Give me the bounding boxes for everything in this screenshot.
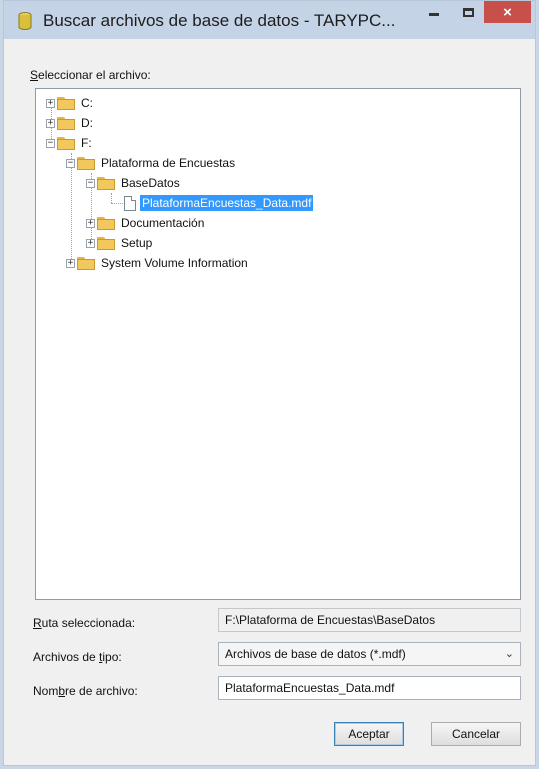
folder-icon xyxy=(97,236,115,250)
folder-icon xyxy=(57,116,75,130)
tree-node-drive-f[interactable]: − F: xyxy=(46,133,94,153)
selected-path-field: F:\Plataforma de Encuestas\BaseDatos xyxy=(218,608,521,632)
folder-icon xyxy=(97,216,115,230)
expand-icon[interactable]: + xyxy=(46,118,55,128)
tree-node-drive-c[interactable]: + C: xyxy=(46,93,95,113)
minimize-icon xyxy=(429,12,439,16)
tree-node-drive-d[interactable]: + D: xyxy=(46,113,95,133)
tree-node-mdf-file[interactable]: PlataformaEncuestas_Data.mdf xyxy=(124,193,314,213)
tree-node-label: System Volume Information xyxy=(101,256,248,270)
tree-line xyxy=(111,193,112,203)
cancel-button[interactable]: Cancelar xyxy=(431,722,521,746)
folder-icon xyxy=(57,96,75,110)
tree-node-documentacion[interactable]: + Documentación xyxy=(86,213,206,233)
collapse-icon[interactable]: − xyxy=(86,178,95,188)
file-icon xyxy=(124,195,136,211)
tree-line xyxy=(111,203,123,204)
expand-icon[interactable]: + xyxy=(66,258,75,268)
file-type-label-text-end: ipo: xyxy=(102,650,122,664)
selected-path-value: F:\Plataforma de Encuestas\BaseDatos xyxy=(225,613,436,627)
tree-line xyxy=(71,167,72,263)
file-name-label: Nombre de archivo: xyxy=(33,684,138,698)
window-title: Buscar archivos de base de datos - TARYP… xyxy=(43,11,396,30)
file-name-label-text: Nom xyxy=(33,684,59,698)
file-tree[interactable]: + C: + D: − F: − Plataforma de Encuestas… xyxy=(35,88,521,600)
tree-node-setup[interactable]: + Setup xyxy=(86,233,154,253)
chevron-down-icon: ⌄ xyxy=(504,648,514,660)
expand-icon[interactable]: + xyxy=(86,218,95,228)
database-icon xyxy=(18,12,32,30)
file-type-select[interactable]: Archivos de base de datos (*.mdf) ⌄ xyxy=(218,642,521,666)
file-name-value: PlataformaEncuestas_Data.mdf xyxy=(225,681,395,695)
file-name-label-text-end: re de archivo: xyxy=(65,684,138,698)
tree-node-label: BaseDatos xyxy=(121,176,180,190)
file-type-value: Archivos de base de datos (*.mdf) xyxy=(225,647,406,661)
maximize-icon xyxy=(462,7,474,17)
path-label: Ruta seleccionada: xyxy=(33,616,135,630)
folder-icon xyxy=(57,136,75,150)
select-file-label-mnemonic: S xyxy=(30,68,39,82)
tree-node-label: Setup xyxy=(121,236,153,250)
file-name-input[interactable]: PlataformaEncuestas_Data.mdf xyxy=(218,676,521,700)
expand-icon[interactable]: + xyxy=(86,238,95,248)
close-icon: × xyxy=(503,3,512,21)
expand-icon[interactable]: + xyxy=(46,98,55,108)
tree-node-label: PlataformaEncuestas_Data.mdf xyxy=(140,195,314,211)
tree-node-label: D: xyxy=(81,116,93,130)
select-file-label: Seleccionar el archivo: xyxy=(30,68,151,82)
tree-node-label: Plataforma de Encuestas xyxy=(101,156,236,170)
path-label-mnemonic: R xyxy=(33,616,42,630)
file-type-label: Archivos de tipo: xyxy=(33,650,122,664)
folder-icon xyxy=(97,176,115,190)
path-label-text: uta seleccionada: xyxy=(41,616,136,630)
tree-node-plataforma-de-encuestas[interactable]: − Plataforma de Encuestas xyxy=(66,153,237,173)
tree-node-label: F: xyxy=(81,136,92,150)
select-file-label-text: eleccionar el archivo: xyxy=(38,68,151,82)
title-bar[interactable]: Buscar archivos de base de datos - TARYP… xyxy=(4,1,535,39)
tree-node-system-volume-information[interactable]: + System Volume Information xyxy=(66,253,250,273)
accept-button[interactable]: Aceptar xyxy=(334,722,404,746)
collapse-icon[interactable]: − xyxy=(66,158,75,168)
file-type-label-text: Archivos de xyxy=(33,650,100,664)
close-button[interactable]: × xyxy=(484,1,531,23)
tree-node-basedatos[interactable]: − BaseDatos xyxy=(86,173,182,193)
folder-icon xyxy=(77,156,95,170)
tree-node-label: C: xyxy=(81,96,93,110)
collapse-icon[interactable]: − xyxy=(46,138,55,148)
tree-node-label: Documentación xyxy=(121,216,205,230)
maximize-button[interactable] xyxy=(454,1,482,23)
folder-icon xyxy=(77,256,95,270)
minimize-button[interactable] xyxy=(420,1,448,23)
